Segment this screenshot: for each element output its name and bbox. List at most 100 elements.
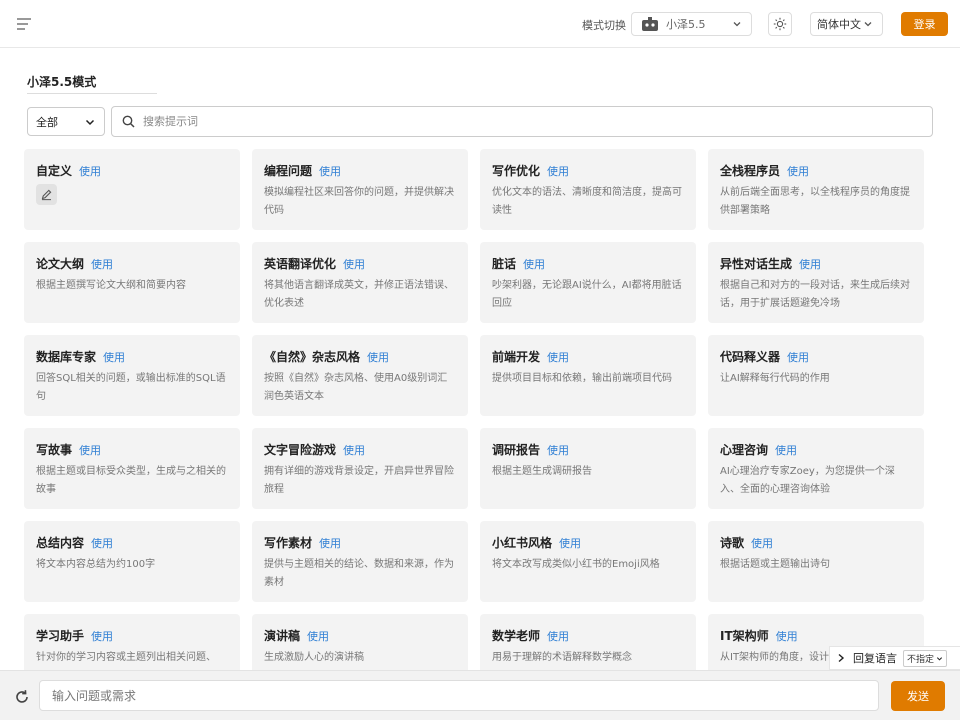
mode-switch-label: 模式切换: [582, 19, 626, 32]
prompt-card[interactable]: 写故事 使用 根据主题或目标受众类型，生成与之相关的故事: [24, 428, 240, 509]
card-use-link[interactable]: 使用: [343, 442, 365, 458]
card-use-link[interactable]: 使用: [776, 628, 798, 644]
card-use-link[interactable]: 使用: [367, 349, 389, 365]
prompt-card[interactable]: 编程问题 使用 模拟编程社区来回答你的问题，并提供解决代码: [252, 149, 468, 230]
reply-language-bar: 回复语言 不指定: [829, 646, 960, 670]
card-use-link[interactable]: 使用: [79, 163, 101, 179]
chevron-down-icon: [733, 22, 741, 27]
card-description: 生成激励人心的演讲稿: [264, 652, 364, 663]
card-header: 数据库专家 使用: [36, 348, 228, 365]
prompt-card[interactable]: 文字冒险游戏 使用 拥有详细的游戏背景设定，开启异世界冒险旅程: [252, 428, 468, 509]
reply-language-select[interactable]: 不指定: [903, 649, 948, 667]
card-title: 全栈程序员: [720, 164, 781, 178]
sun-icon: [773, 17, 787, 31]
card-description: 将文本内容总结为约100字: [36, 559, 156, 570]
chevron-down-icon: [936, 656, 943, 661]
model-select[interactable]: 小泽5.5: [631, 12, 752, 36]
card-title: IT架构师: [720, 629, 769, 643]
send-button[interactable]: 发送: [891, 681, 945, 711]
card-use-link[interactable]: 使用: [343, 256, 365, 272]
prompt-card[interactable]: 代码释义器 使用让AI解释每行代码的作用: [708, 335, 924, 416]
model-name: 小泽5.5: [666, 18, 706, 31]
card-use-link[interactable]: 使用: [799, 256, 821, 272]
card-header: IT架构师 使用: [720, 627, 912, 644]
card-use-link[interactable]: 使用: [319, 535, 341, 551]
card-title: 编程问题: [264, 164, 313, 178]
card-description: 将其他语言翻译成英文，并修正语法错误、优化表述: [264, 280, 454, 309]
prompt-card[interactable]: 自定义 使用: [24, 149, 240, 230]
prompt-card[interactable]: 异性对话生成 使用 根据自己和对方的一段对话，来生成后续对话，用于扩展话题避免冷场: [708, 242, 924, 323]
card-description: 提供项目目标和依赖，输出前端项目代码: [492, 373, 672, 384]
prompt-card[interactable]: 写作优化 使用优化文本的语法、清晰度和简洁度，提高可读性: [480, 149, 696, 230]
edit-icon[interactable]: [36, 184, 57, 205]
card-description: 优化文本的语法、清晰度和简洁度，提高可读性: [492, 187, 682, 216]
prompt-card[interactable]: 调研报告 使用 根据主题生成调研报告: [480, 428, 696, 509]
card-use-link[interactable]: 使用: [775, 442, 797, 458]
prompt-card[interactable]: 全栈程序员 使用 从前后端全面思考，以全栈程序员的角度提供部署策略: [708, 149, 924, 230]
card-header: 文字冒险游戏 使用: [264, 441, 456, 458]
card-header: 论文大纲 使用: [36, 255, 228, 272]
card-title: 写作优化: [492, 164, 541, 178]
card-use-link[interactable]: 使用: [547, 628, 569, 644]
card-title: 总结内容: [36, 536, 85, 550]
card-use-link[interactable]: 使用: [307, 628, 329, 644]
card-header: 全栈程序员 使用: [720, 162, 912, 179]
top-header: 模式切换 小泽5.5 简体中文 登录: [0, 0, 960, 48]
card-title: 调研报告: [492, 443, 541, 457]
card-description: 根据主题撰写论文大纲和简要内容: [36, 280, 186, 291]
card-use-link[interactable]: 使用: [103, 349, 125, 365]
card-header: 写故事 使用: [36, 441, 228, 458]
prompt-card[interactable]: 英语翻译优化 使用将其他语言翻译成英文，并修正语法错误、优化表述: [252, 242, 468, 323]
card-description: 让AI解释每行代码的作用: [720, 373, 830, 384]
prompt-card[interactable]: 《自然》杂志风格 使用 按照《自然》杂志风格、使用A0级别词汇润色英语文本: [252, 335, 468, 416]
card-title: 代码释义器: [720, 350, 781, 364]
page-title: 小泽5.5模式: [27, 75, 97, 89]
search-input[interactable]: [143, 115, 932, 128]
card-use-link[interactable]: 使用: [523, 256, 545, 272]
prompt-card[interactable]: 诗歌 使用 根据话题或主题输出诗句: [708, 521, 924, 602]
theme-toggle-button[interactable]: [768, 12, 792, 36]
login-button[interactable]: 登录: [901, 12, 948, 36]
card-use-link[interactable]: 使用: [547, 163, 569, 179]
language-select[interactable]: 简体中文: [810, 12, 883, 36]
card-use-link[interactable]: 使用: [91, 628, 113, 644]
prompt-card[interactable]: 脏话 使用 吵架利器，无论跟AI说什么，AI都将用脏话回应: [480, 242, 696, 323]
card-use-link[interactable]: 使用: [751, 535, 773, 551]
card-use-link[interactable]: 使用: [559, 535, 581, 551]
card-header: 前端开发 使用: [492, 348, 684, 365]
card-title: 文字冒险游戏: [264, 443, 337, 457]
card-use-link[interactable]: 使用: [91, 256, 113, 272]
chat-input[interactable]: [39, 680, 879, 711]
search-box: [111, 106, 933, 137]
card-use-link[interactable]: 使用: [547, 442, 569, 458]
card-use-link[interactable]: 使用: [787, 163, 809, 179]
prompt-card[interactable]: 小红书风格 使用 将文本改写成类似小红书的Emoji风格: [480, 521, 696, 602]
card-title: 写作素材: [264, 536, 313, 550]
prompt-card[interactable]: 总结内容 使用将文本内容总结为约100字: [24, 521, 240, 602]
card-header: 学习助手 使用: [36, 627, 228, 644]
category-select[interactable]: 全部: [27, 107, 105, 136]
card-header: 编程问题 使用: [264, 162, 456, 179]
chevron-right-icon[interactable]: [836, 653, 846, 663]
prompt-card[interactable]: 心理咨询 使用 AI心理治疗专家Zoey，为您提供一个深入、全面的心理咨询体验: [708, 428, 924, 509]
card-header: 英语翻译优化 使用: [264, 255, 456, 272]
prompt-card[interactable]: 写作素材 使用 提供与主题相关的结论、数据和来源，作为素材: [252, 521, 468, 602]
prompt-card[interactable]: 论文大纲 使用根据主题撰写论文大纲和简要内容: [24, 242, 240, 323]
card-use-link[interactable]: 使用: [79, 442, 101, 458]
card-use-link[interactable]: 使用: [91, 535, 113, 551]
card-use-link[interactable]: 使用: [547, 349, 569, 365]
menu-icon[interactable]: [14, 14, 34, 34]
prompt-card[interactable]: 前端开发 使用提供项目目标和依赖，输出前端项目代码: [480, 335, 696, 416]
card-header: 演讲稿 使用: [264, 627, 456, 644]
card-header: 写作素材 使用: [264, 534, 456, 551]
card-header: 异性对话生成 使用: [720, 255, 912, 272]
card-use-link[interactable]: 使用: [787, 349, 809, 365]
card-header: 写作优化 使用: [492, 162, 684, 179]
refresh-icon[interactable]: [13, 688, 31, 706]
card-description: 针对你的学习内容或主题列出相关问题、: [36, 652, 216, 663]
robot-icon: [642, 17, 658, 31]
card-title: 小红书风格: [492, 536, 553, 550]
card-header: 自定义 使用: [36, 162, 228, 179]
card-use-link[interactable]: 使用: [319, 163, 341, 179]
prompt-card[interactable]: 数据库专家 使用 回答SQL相关的问题，或输出标准的SQL语句: [24, 335, 240, 416]
